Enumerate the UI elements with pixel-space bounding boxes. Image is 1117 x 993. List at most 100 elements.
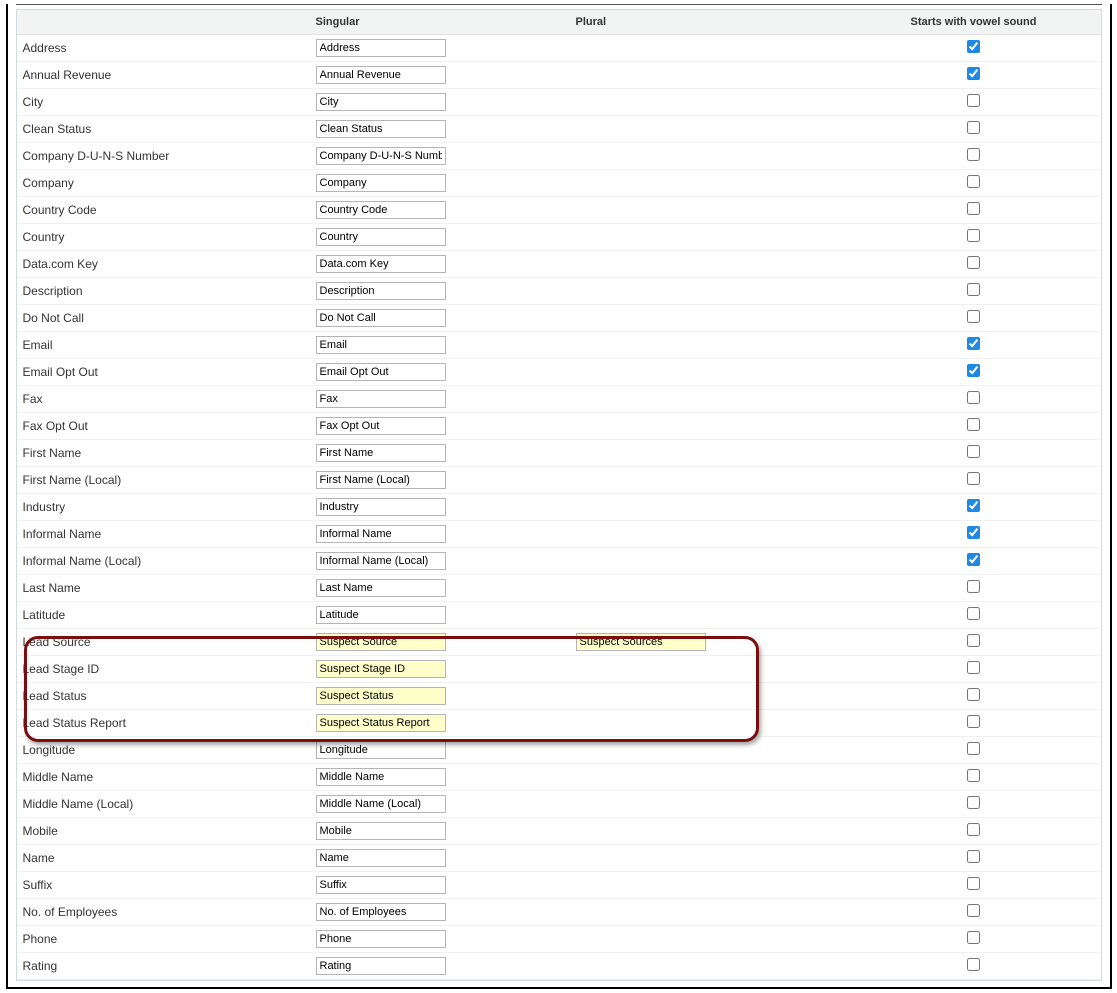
vowel-checkbox[interactable]	[967, 418, 980, 431]
plural-input[interactable]	[576, 633, 706, 651]
singular-input[interactable]	[316, 120, 446, 138]
singular-input[interactable]	[316, 552, 446, 570]
vowel-checkbox[interactable]	[967, 499, 980, 512]
vowel-checkbox[interactable]	[967, 310, 980, 323]
vowel-checkbox[interactable]	[967, 742, 980, 755]
vowel-checkbox[interactable]	[967, 823, 980, 836]
vowel-cell	[847, 116, 1101, 143]
singular-input[interactable]	[316, 147, 446, 165]
singular-input[interactable]	[316, 201, 446, 219]
singular-cell	[312, 548, 572, 575]
vowel-checkbox[interactable]	[967, 634, 980, 647]
vowel-checkbox[interactable]	[967, 283, 980, 296]
vowel-checkbox[interactable]	[967, 256, 980, 269]
field-label: Fax	[17, 386, 312, 413]
plural-cell	[572, 305, 847, 332]
vowel-checkbox[interactable]	[967, 364, 980, 377]
table-row: Country	[17, 224, 1101, 251]
vowel-checkbox[interactable]	[967, 688, 980, 701]
vowel-cell	[847, 629, 1101, 656]
vowel-checkbox[interactable]	[967, 40, 980, 53]
plural-cell	[572, 332, 847, 359]
vowel-checkbox[interactable]	[967, 607, 980, 620]
field-label: First Name (Local)	[17, 467, 312, 494]
vowel-checkbox[interactable]	[967, 526, 980, 539]
singular-input[interactable]	[316, 660, 446, 678]
singular-input[interactable]	[316, 876, 446, 894]
vowel-checkbox[interactable]	[967, 958, 980, 971]
singular-input[interactable]	[316, 822, 446, 840]
vowel-cell	[847, 521, 1101, 548]
table-row: Fax Opt Out	[17, 413, 1101, 440]
singular-input[interactable]	[316, 741, 446, 759]
vowel-checkbox[interactable]	[967, 553, 980, 566]
vowel-checkbox[interactable]	[967, 472, 980, 485]
table-row: Lead Status	[17, 683, 1101, 710]
vowel-cell	[847, 953, 1101, 980]
singular-input[interactable]	[316, 768, 446, 786]
singular-cell	[312, 35, 572, 62]
singular-input[interactable]	[316, 930, 446, 948]
singular-input[interactable]	[316, 309, 446, 327]
vowel-checkbox[interactable]	[967, 931, 980, 944]
vowel-checkbox[interactable]	[967, 121, 980, 134]
singular-input[interactable]	[316, 228, 446, 246]
vowel-checkbox[interactable]	[967, 148, 980, 161]
singular-input[interactable]	[316, 795, 446, 813]
singular-input[interactable]	[316, 714, 446, 732]
singular-input[interactable]	[316, 444, 446, 462]
col-header-label	[17, 10, 312, 35]
singular-input[interactable]	[316, 390, 446, 408]
vowel-checkbox[interactable]	[967, 229, 980, 242]
vowel-checkbox[interactable]	[967, 769, 980, 782]
plural-cell	[572, 278, 847, 305]
singular-input[interactable]	[316, 66, 446, 84]
singular-input[interactable]	[316, 498, 446, 516]
vowel-checkbox[interactable]	[967, 904, 980, 917]
singular-input[interactable]	[316, 957, 446, 975]
singular-input[interactable]	[316, 363, 446, 381]
vowel-cell	[847, 791, 1101, 818]
singular-input[interactable]	[316, 282, 446, 300]
field-label: Lead Status	[17, 683, 312, 710]
vowel-checkbox[interactable]	[967, 796, 980, 809]
vowel-checkbox[interactable]	[967, 67, 980, 80]
singular-input[interactable]	[316, 417, 446, 435]
vowel-cell	[847, 467, 1101, 494]
vowel-checkbox[interactable]	[967, 202, 980, 215]
vowel-checkbox[interactable]	[967, 391, 980, 404]
field-label: Annual Revenue	[17, 62, 312, 89]
singular-input[interactable]	[316, 606, 446, 624]
vowel-checkbox[interactable]	[967, 94, 980, 107]
singular-input[interactable]	[316, 903, 446, 921]
singular-input[interactable]	[316, 849, 446, 867]
singular-cell	[312, 278, 572, 305]
singular-input[interactable]	[316, 633, 446, 651]
vowel-checkbox[interactable]	[967, 175, 980, 188]
field-label: Email	[17, 332, 312, 359]
singular-input[interactable]	[316, 687, 446, 705]
rename-fields-table: Singular Plural Starts with vowel sound …	[17, 10, 1101, 980]
singular-input[interactable]	[316, 255, 446, 273]
singular-input[interactable]	[316, 579, 446, 597]
vowel-checkbox[interactable]	[967, 715, 980, 728]
vowel-checkbox[interactable]	[967, 661, 980, 674]
vowel-checkbox[interactable]	[967, 445, 980, 458]
plural-cell	[572, 791, 847, 818]
plural-cell	[572, 197, 847, 224]
singular-input[interactable]	[316, 336, 446, 354]
singular-input[interactable]	[316, 525, 446, 543]
field-label: City	[17, 89, 312, 116]
vowel-checkbox[interactable]	[967, 850, 980, 863]
vowel-checkbox[interactable]	[967, 877, 980, 890]
singular-input[interactable]	[316, 174, 446, 192]
plural-cell	[572, 467, 847, 494]
singular-input[interactable]	[316, 93, 446, 111]
singular-input[interactable]	[316, 39, 446, 57]
singular-input[interactable]	[316, 471, 446, 489]
plural-cell	[572, 899, 847, 926]
field-label: Informal Name	[17, 521, 312, 548]
vowel-checkbox[interactable]	[967, 580, 980, 593]
singular-cell	[312, 467, 572, 494]
vowel-checkbox[interactable]	[967, 337, 980, 350]
